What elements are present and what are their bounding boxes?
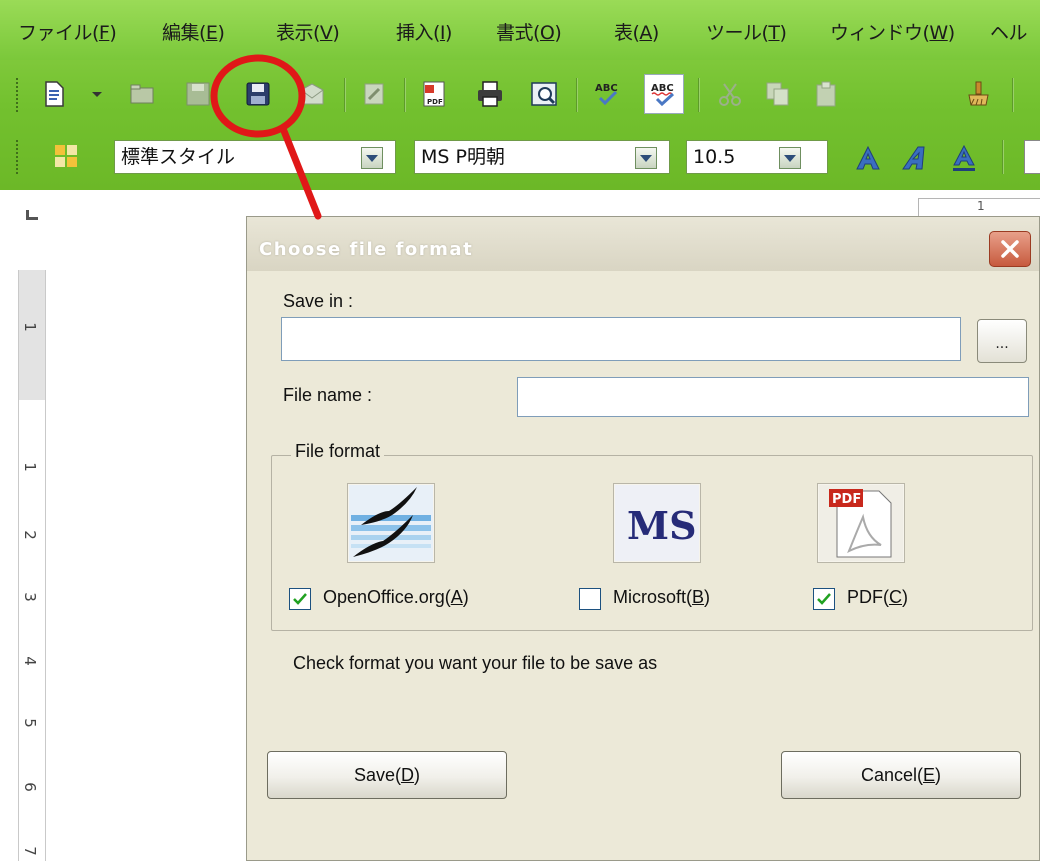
menu-tools[interactable]: ツール(T) xyxy=(706,18,787,45)
print-icon[interactable] xyxy=(472,76,508,112)
cancel-button[interactable]: Cancel(E) xyxy=(781,751,1021,799)
toolbar-grip[interactable] xyxy=(16,140,20,174)
ms-logo-icon[interactable]: MS xyxy=(613,483,701,563)
ruler-number: 5 xyxy=(20,718,39,728)
toolbar-separator xyxy=(576,78,578,112)
export-pdf-icon[interactable]: PDF xyxy=(416,76,452,112)
standard-toolbar: PDF ABC ABC xyxy=(0,64,1040,126)
menu-table[interactable]: 表(A) xyxy=(614,18,659,45)
file-name-input[interactable] xyxy=(517,377,1029,417)
close-icon xyxy=(1001,240,1019,258)
svg-text:PDF: PDF xyxy=(427,98,443,106)
spellcheck-icon[interactable]: ABC xyxy=(590,76,626,112)
toolbar-grip[interactable] xyxy=(16,78,20,112)
ruler-number: 1 xyxy=(20,462,39,472)
italic-icon[interactable] xyxy=(898,140,934,176)
cut-icon[interactable] xyxy=(712,76,748,112)
menu-format[interactable]: 書式(O) xyxy=(496,18,562,45)
pdf-document-icon[interactable]: PDF xyxy=(817,483,905,563)
openoffice-label[interactable]: OpenOffice.org(A) xyxy=(323,587,469,608)
bold-icon[interactable] xyxy=(850,140,886,176)
browse-label: ... xyxy=(995,336,1009,352)
autospellcheck-icon[interactable]: ABC xyxy=(644,74,684,114)
toolbar-separator xyxy=(344,78,346,112)
app-chrome: ファイル(F) 編集(E) 表示(V) 挿入(I) 書式(O) 表(A) ツール… xyxy=(0,0,1040,190)
browse-button[interactable]: ... xyxy=(977,319,1027,363)
toolbar-separator xyxy=(1012,78,1014,112)
toolbar-separator xyxy=(404,78,406,112)
choose-file-format-dialog: Choose file format Save in : ... File na… xyxy=(246,216,1040,861)
file-name-label: File name : xyxy=(283,385,373,405)
ruler-number: 4 xyxy=(20,656,39,666)
page-indicator: 1 xyxy=(918,198,1040,218)
ruler-number: 2 xyxy=(20,530,39,540)
font-name-value: MS P明朝 xyxy=(421,146,505,168)
svg-text:MS: MS xyxy=(627,503,697,548)
open-folder-icon[interactable] xyxy=(124,76,160,112)
save-in-label: Save in : xyxy=(283,291,354,311)
microsoft-label[interactable]: Microsoft(B) xyxy=(613,587,710,608)
font-name-combo[interactable]: MS P明朝 xyxy=(414,140,670,174)
ruler-margin-shade xyxy=(19,270,45,400)
svg-text:PDF: PDF xyxy=(832,492,861,507)
menu-insert[interactable]: 挿入(I) xyxy=(396,18,452,45)
chevron-down-icon[interactable] xyxy=(635,147,657,169)
styles-window-icon[interactable] xyxy=(48,138,84,174)
font-size-combo[interactable]: 10.5 xyxy=(686,140,828,174)
copy-icon[interactable] xyxy=(760,76,796,112)
vertical-ruler[interactable]: 1 1 2 3 4 5 6 7 xyxy=(18,270,46,861)
openoffice-checkbox[interactable] xyxy=(289,588,311,610)
dropdown-arrow-icon[interactable] xyxy=(86,76,108,112)
align-left-icon[interactable] xyxy=(1024,140,1040,174)
openoffice-gulls-icon[interactable] xyxy=(347,483,435,563)
paragraph-style-combo[interactable]: 標準スタイル xyxy=(114,140,396,174)
chevron-down-icon[interactable] xyxy=(361,147,383,169)
save-icon[interactable] xyxy=(180,76,216,112)
font-size-value: 10.5 xyxy=(693,146,736,168)
menu-help[interactable]: ヘル xyxy=(990,18,1028,45)
ruler-number: 3 xyxy=(20,592,39,602)
toolbar-separator xyxy=(698,78,700,112)
file-format-legend: File format xyxy=(291,441,385,462)
save-in-input[interactable] xyxy=(281,317,961,361)
toolbar-separator xyxy=(1002,140,1004,174)
save-button[interactable]: Save(D) xyxy=(267,751,507,799)
pdf-checkbox[interactable] xyxy=(813,588,835,610)
microsoft-checkbox[interactable] xyxy=(579,588,601,610)
print-preview-icon[interactable] xyxy=(526,76,562,112)
paste-icon[interactable] xyxy=(808,76,844,112)
dialog-titlebar[interactable]: Choose file format xyxy=(247,217,1039,271)
format-paintbrush-icon[interactable] xyxy=(960,76,996,112)
dialog-title: Choose file format xyxy=(259,239,474,260)
menu-bar: ファイル(F) 編集(E) 表示(V) 挿入(I) 書式(O) 表(A) ツール… xyxy=(0,0,1040,60)
email-icon[interactable] xyxy=(294,76,330,112)
menu-file[interactable]: ファイル(F) xyxy=(18,18,117,45)
tab-stop-selector[interactable] xyxy=(26,210,38,220)
ruler-number: 6 xyxy=(20,782,39,792)
menu-edit[interactable]: 編集(E) xyxy=(162,18,225,45)
menu-window[interactable]: ウィンドウ(W) xyxy=(830,18,955,45)
chevron-down-icon[interactable] xyxy=(779,147,801,169)
save-format-icon[interactable] xyxy=(240,76,276,112)
checkmark-icon xyxy=(817,593,831,605)
underline-icon[interactable] xyxy=(946,140,982,176)
instruction-text: Check format you want your file to be sa… xyxy=(293,653,658,673)
close-button[interactable] xyxy=(989,231,1031,267)
ruler-number: 1 xyxy=(20,322,39,332)
new-document-icon[interactable] xyxy=(36,76,72,112)
checkmark-icon xyxy=(293,593,307,605)
ruler-number: 7 xyxy=(20,846,39,856)
formatting-toolbar: 標準スタイル MS P明朝 10.5 xyxy=(0,130,1040,188)
menu-view[interactable]: 表示(V) xyxy=(276,18,340,45)
pdf-label[interactable]: PDF(C) xyxy=(847,587,908,608)
edit-file-icon[interactable] xyxy=(356,76,392,112)
paragraph-style-value: 標準スタイル xyxy=(121,146,236,168)
